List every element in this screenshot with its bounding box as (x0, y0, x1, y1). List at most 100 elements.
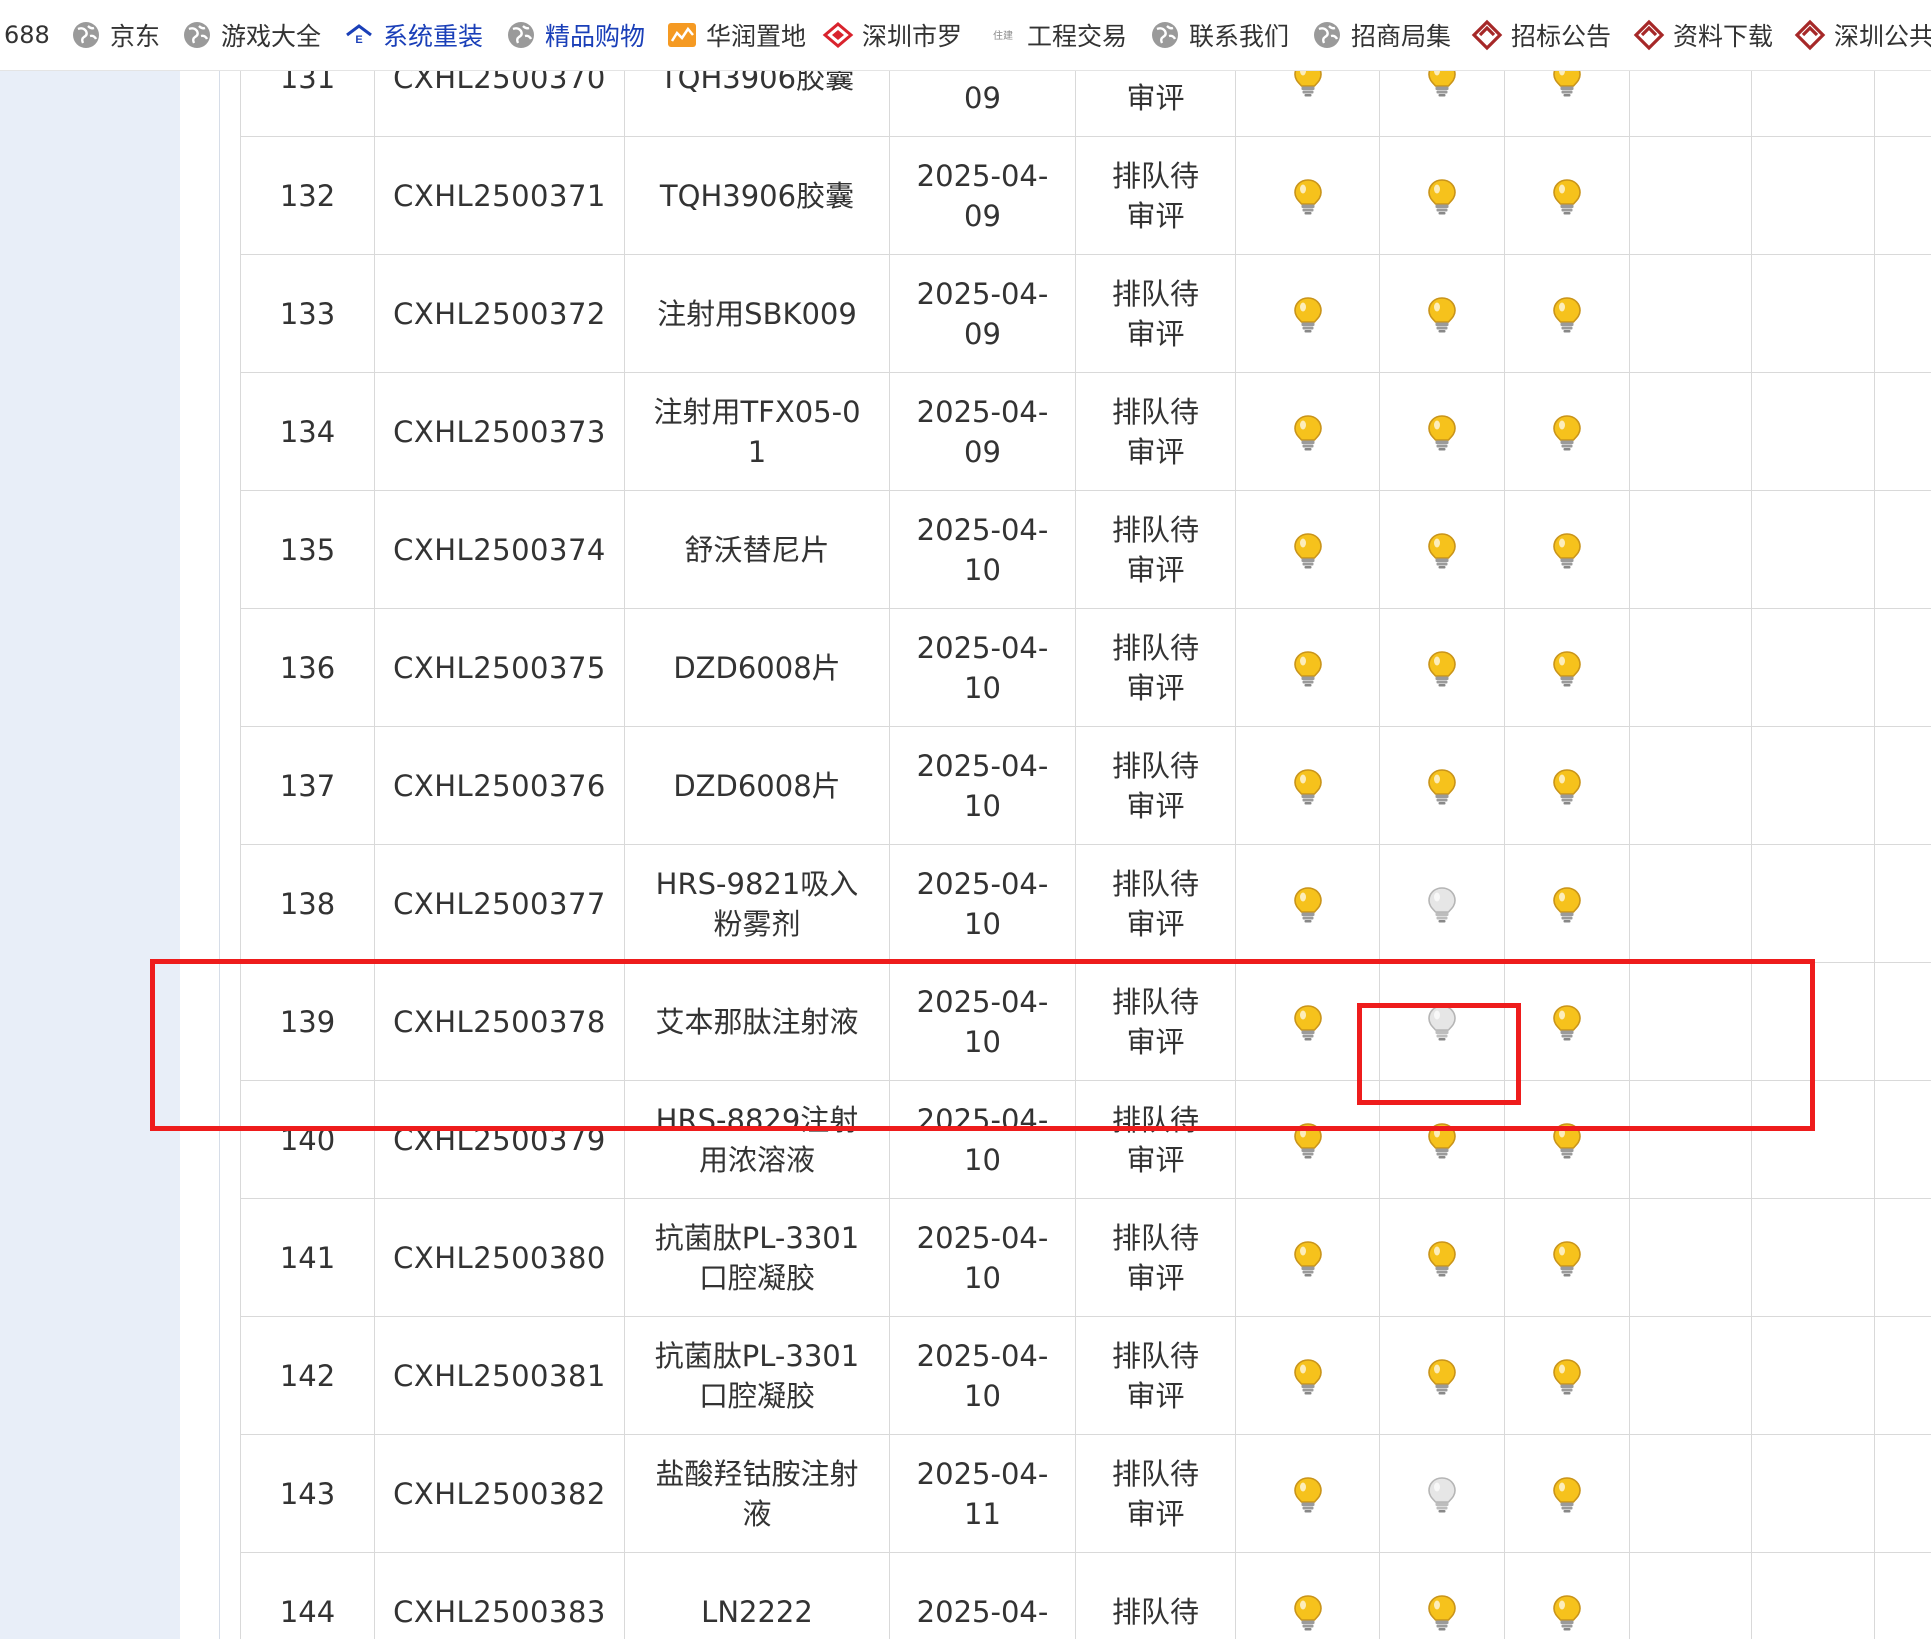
table-row[interactable]: 134 CXHL2500373 注射用TFX05-01 2025-04-09 排队待审评 (240, 372, 1931, 491)
lit-bulb-icon[interactable] (1425, 1237, 1459, 1279)
bookmark-10[interactable]: 招标公告 (1471, 0, 1611, 70)
light-cell-1 (1235, 1552, 1380, 1639)
bookmark-8[interactable]: 联系我们 (1149, 0, 1289, 70)
lit-bulb-icon[interactable] (1291, 1355, 1325, 1397)
table-row[interactable]: 142 CXHL2500381 抗菌肽PL-3301口腔凝胶 2025-04-10 排队… (240, 1316, 1931, 1435)
svg-text:住建: 住建 (993, 29, 1013, 42)
lit-bulb-icon[interactable] (1291, 765, 1325, 807)
unlit-bulb-icon[interactable] (1425, 1001, 1459, 1043)
lit-bulb-icon[interactable] (1291, 411, 1325, 453)
acceptance-code-cell: CXHL2500383 (374, 1552, 625, 1639)
lit-bulb-icon[interactable] (1291, 647, 1325, 689)
empty-cell (1629, 1316, 1752, 1435)
bookmark-11[interactable]: 资料下载 (1633, 0, 1773, 70)
lit-bulb-icon[interactable] (1291, 1237, 1325, 1279)
left-sidebar-background (0, 71, 180, 1639)
table-row[interactable]: 138 CXHL2500377 HRS-9821吸入粉雾剂 2025-04-10 排队待… (240, 844, 1931, 963)
lit-bulb-icon[interactable] (1291, 1473, 1325, 1515)
lit-bulb-icon[interactable] (1550, 765, 1584, 807)
lit-bulb-icon[interactable] (1550, 1355, 1584, 1397)
row-number-cell: 134 (240, 372, 375, 491)
lit-bulb-icon[interactable] (1291, 883, 1325, 925)
lit-bulb-icon[interactable] (1550, 1591, 1584, 1633)
lit-bulb-icon[interactable] (1425, 71, 1459, 99)
lit-bulb-icon[interactable] (1425, 1355, 1459, 1397)
date-cell: 2025-04-10 (889, 1080, 1076, 1199)
acceptance-code-cell: CXHL2500376 (374, 726, 625, 845)
table-row[interactable]: 135 CXHL2500374 舒沃替尼片 2025-04-10 排队待审评 (240, 490, 1931, 609)
light-cell-2 (1379, 726, 1505, 845)
bookmark-5[interactable]: 华润置地 (666, 0, 806, 70)
bookmark-3[interactable]: E 系统重装 (343, 0, 483, 70)
light-cell-1 (1235, 136, 1380, 255)
table-row[interactable]: 136 CXHL2500375 DZD6008片 2025-04-10 排队待审评 (240, 608, 1931, 727)
table-row[interactable]: 132 CXHL2500371 TQH3906胶囊 2025-04-09 排队待审评 (240, 136, 1931, 255)
lit-bulb-icon[interactable] (1291, 529, 1325, 571)
results-table-container[interactable]: 131CXHL2500370TQH3906胶囊2025-04-09排队待审评13… (240, 71, 1931, 1639)
status-cell: 排队待审评 (1075, 372, 1236, 491)
empty-cell (1874, 254, 1931, 373)
lit-bulb-icon[interactable] (1425, 1591, 1459, 1633)
table-row[interactable]: 140 CXHL2500379 HRS-8829注射用浓溶液 2025-04-10 排队… (240, 1080, 1931, 1199)
lit-bulb-icon[interactable] (1291, 175, 1325, 217)
light-cell-1 (1235, 1434, 1380, 1553)
lit-bulb-icon[interactable] (1425, 175, 1459, 217)
empty-cell (1751, 844, 1875, 963)
table-row[interactable]: 144 CXHL2500383 LN2222 2025-04- 排队待 (240, 1552, 1931, 1639)
bookmark-6[interactable]: 深圳市罗 (822, 0, 962, 70)
lit-bulb-icon[interactable] (1550, 529, 1584, 571)
acceptance-code-cell: CXHL2500374 (374, 490, 625, 609)
lit-bulb-icon[interactable] (1425, 529, 1459, 571)
bookmark-label: 游戏大全 (221, 22, 322, 51)
lit-bulb-icon[interactable] (1291, 71, 1325, 99)
unlit-bulb-icon[interactable] (1425, 883, 1459, 925)
lit-bulb-icon[interactable] (1425, 1119, 1459, 1161)
bookmark-partial-text[interactable]: 688 (4, 0, 50, 70)
lit-bulb-icon[interactable] (1291, 293, 1325, 335)
drug-name-cell: HRS-9821吸入粉雾剂 (624, 844, 890, 963)
empty-cell (1629, 962, 1752, 1081)
unlit-bulb-icon[interactable] (1425, 1473, 1459, 1515)
lit-bulb-icon[interactable] (1550, 71, 1584, 99)
bookmark-1[interactable]: 京东 (70, 0, 160, 70)
lit-bulb-icon[interactable] (1550, 1473, 1584, 1515)
table-row[interactable]: 137 CXHL2500376 DZD6008片 2025-04-10 排队待审评 (240, 726, 1931, 845)
lit-bulb-icon[interactable] (1550, 883, 1584, 925)
results-table-body: 131CXHL2500370TQH3906胶囊2025-04-09排队待审评13… (240, 71, 1931, 1639)
lit-bulb-icon[interactable] (1291, 1119, 1325, 1161)
empty-cell (1874, 962, 1931, 1081)
lit-bulb-icon[interactable] (1425, 647, 1459, 689)
light-cell-3 (1504, 1316, 1630, 1435)
light-cell-3 (1504, 71, 1630, 137)
lit-bulb-icon[interactable] (1550, 293, 1584, 335)
bookmark-label: 招商局集 (1351, 22, 1452, 51)
lit-bulb-icon[interactable] (1550, 647, 1584, 689)
bookmark-9[interactable]: 招商局集 (1311, 0, 1451, 70)
lit-bulb-icon[interactable] (1425, 293, 1459, 335)
table-row[interactable]: 143 CXHL2500382 盐酸羟钴胺注射液 2025-04-11 排队待审评 (240, 1434, 1931, 1553)
lit-bulb-icon[interactable] (1291, 1591, 1325, 1633)
lit-bulb-icon[interactable] (1425, 411, 1459, 453)
bookmark-2[interactable]: 游戏大全 (181, 0, 321, 70)
table-row[interactable]: 139 CXHL2500378 艾本那肽注射液 2025-04-10 排队待审评 (240, 962, 1931, 1081)
table-row[interactable]: 131CXHL2500370TQH3906胶囊2025-04-09排队待审评 (240, 71, 1931, 137)
lit-bulb-icon[interactable] (1425, 765, 1459, 807)
date-cell: 2025-04-10 (889, 1198, 1076, 1317)
table-row[interactable]: 133 CXHL2500372 注射用SBK009 2025-04-09 排队待审评 (240, 254, 1931, 373)
lit-bulb-icon[interactable] (1291, 1001, 1325, 1043)
lit-bulb-icon[interactable] (1550, 1119, 1584, 1161)
drug-name-cell: DZD6008片 (624, 726, 890, 845)
lit-bulb-icon[interactable] (1550, 1237, 1584, 1279)
bookmark-7[interactable]: 住建 工程交易 (987, 0, 1127, 70)
date-cell: 2025-04-09 (889, 136, 1076, 255)
bookmark-12[interactable]: 深圳公共 (1794, 0, 1931, 70)
bookmark-4[interactable]: 精品购物 (505, 0, 645, 70)
lit-bulb-icon[interactable] (1550, 175, 1584, 217)
date-cell: 2025-04-11 (889, 1434, 1076, 1553)
lit-bulb-icon[interactable] (1550, 1001, 1584, 1043)
house-logo-icon: E (343, 19, 383, 51)
diamond-logo-icon (1794, 19, 1834, 51)
lit-bulb-icon[interactable] (1550, 411, 1584, 453)
light-cell-3 (1504, 844, 1630, 963)
table-row[interactable]: 141 CXHL2500380 抗菌肽PL-3301口腔凝胶 2025-04-10 排队… (240, 1198, 1931, 1317)
